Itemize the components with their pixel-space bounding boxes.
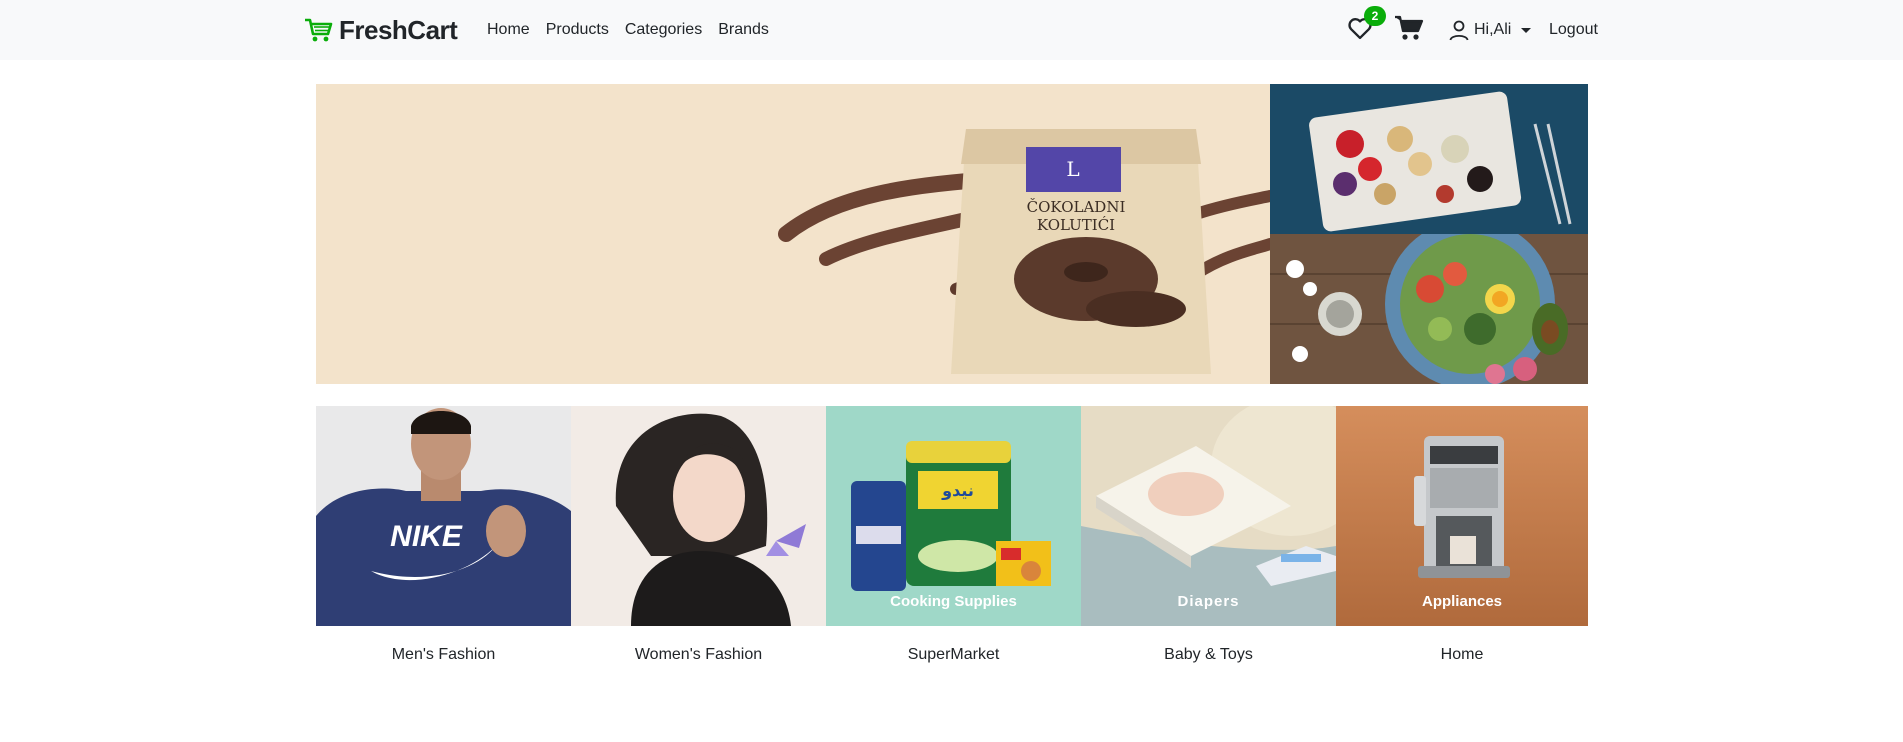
hero-side-image-bottom	[1270, 234, 1588, 384]
user-menu-dropdown[interactable]: Hi,Ali	[1448, 0, 1532, 60]
woman-illustration-image	[571, 406, 826, 626]
nav-link-home[interactable]: Home	[487, 21, 530, 39]
cart-logo-icon	[305, 18, 333, 42]
wishlist-count-badge: 2	[1364, 6, 1386, 26]
navbar: FreshCart Home Products Categories Brand…	[0, 0, 1903, 60]
svg-text:NIKE: NIKE	[390, 520, 463, 553]
nav-link-brands[interactable]: Brands	[718, 21, 769, 39]
category-overlay-label: Cooking Supplies	[890, 593, 1017, 610]
hero-side-image-top	[1270, 84, 1588, 234]
fruit-cheese-board-image	[1270, 84, 1588, 234]
category-name[interactable]: Men's Fashion	[316, 646, 571, 664]
nav-links: Home Products Categories Brands	[487, 0, 785, 60]
category-name[interactable]: Women's Fashion	[571, 646, 826, 664]
brand-logo[interactable]: FreshCart	[303, 14, 458, 46]
user-icon	[1449, 20, 1469, 41]
hero-slider-main[interactable]: L ČOKOLADNI KOLUTIĆI	[316, 84, 1270, 384]
category-card-baby-toys[interactable]: Diapers	[1081, 406, 1336, 626]
category-card-mens-fashion[interactable]: NIKE	[316, 406, 571, 626]
logout-link[interactable]: Logout	[1549, 0, 1598, 60]
nav-link-categories[interactable]: Categories	[625, 21, 702, 39]
category-overlay-label: Diapers	[1177, 593, 1240, 610]
user-greeting: Hi,Ali	[1474, 21, 1512, 38]
category-name[interactable]: Baby & Toys	[1081, 646, 1336, 664]
svg-text:L: L	[1066, 157, 1079, 181]
nike-hoodie-man-image: NIKE	[316, 406, 571, 626]
svg-text:KOLUTIĆI: KOLUTIĆI	[1037, 216, 1115, 234]
nav-link-products[interactable]: Products	[546, 21, 609, 39]
cart-icon[interactable]	[1394, 14, 1424, 42]
category-card-home[interactable]: Appliances	[1336, 406, 1588, 626]
category-card-womens-fashion[interactable]	[571, 406, 826, 626]
category-overlay-label: Appliances	[1421, 593, 1503, 610]
chocolate-cookie-bag-image: L ČOKOLADNI KOLUTIĆI	[316, 84, 1270, 384]
brand-name: FreshCart	[339, 14, 458, 45]
salad-bowl-image	[1270, 234, 1588, 384]
category-card-supermarket[interactable]: نيدو Cooking Supplies	[826, 406, 1081, 626]
svg-text:ČOKOLADNI: ČOKOLADNI	[1027, 198, 1126, 216]
category-name[interactable]: SuperMarket	[826, 646, 1081, 664]
chevron-down-icon	[1521, 27, 1532, 33]
category-name[interactable]: Home	[1336, 646, 1588, 664]
svg-text:نيدو: نيدو	[941, 481, 974, 500]
